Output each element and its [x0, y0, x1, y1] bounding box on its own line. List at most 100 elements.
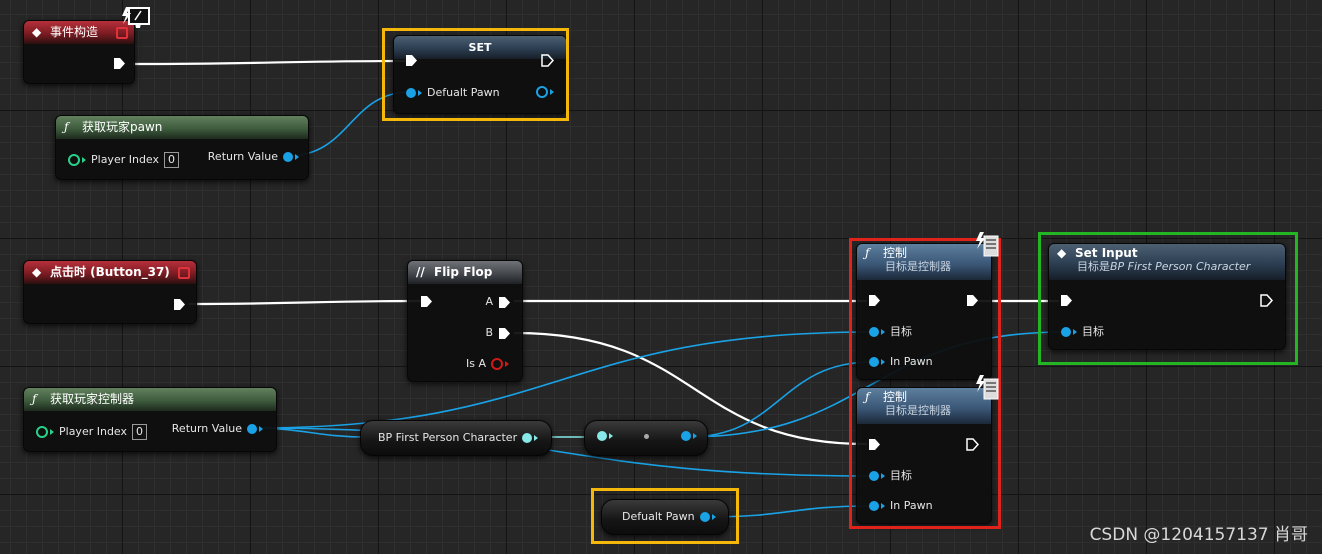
exec-arrow-icon [966, 438, 979, 451]
int-pin-icon [68, 154, 80, 166]
set-input-node[interactable]: ◆ Set Input 目标是BP First Person Character… [1048, 243, 1286, 350]
possess-2-in-pawn-pin[interactable]: In Pawn [869, 499, 933, 513]
get-player-controller-node[interactable]: ƒ 获取玩家控制器 Player Index 0 Return Value [23, 387, 277, 452]
pin-arrow-icon [609, 433, 613, 439]
player-index-label: Player Index [59, 425, 128, 438]
on-clicked-header[interactable]: ◆ 点击时 (Button_37) [24, 261, 196, 284]
possess-node-1[interactable]: ƒ 控制 目标是控制器 目标 In Pawn [856, 243, 992, 380]
reroute-output-pin[interactable] [681, 431, 697, 441]
player-index-input[interactable]: 0 [132, 424, 148, 440]
object-pin-icon[interactable] [699, 512, 710, 522]
flip-flop-exec-in-pin[interactable] [420, 295, 433, 308]
defualt-pawn-getter-node[interactable]: Defualt Pawn [601, 499, 729, 535]
defualt-pawn-label: Defualt Pawn [427, 86, 500, 99]
bp-first-person-character-node[interactable]: BP First Person Character [360, 420, 552, 456]
flipflop-icon: // [416, 265, 425, 279]
possess-1-exec-out-pin[interactable] [966, 294, 979, 307]
exec-arrow-icon [967, 295, 978, 306]
defualt-pawn-input-pin[interactable]: Defualt Pawn [406, 86, 500, 100]
exec-arrow-icon [869, 295, 880, 306]
pin-arrow-icon [550, 89, 554, 95]
possess-2-target-label: 目标 [890, 469, 912, 482]
object-pin-icon [1061, 327, 1071, 337]
object-pin-icon [869, 357, 879, 367]
possess-1-header[interactable]: ƒ 控制 目标是控制器 [857, 244, 991, 280]
possess-2-target-pin[interactable]: 目标 [869, 469, 912, 483]
pin-arrow-icon [881, 473, 885, 479]
delegate-pin[interactable] [178, 267, 190, 279]
flip-flop-header[interactable]: // Flip Flop [408, 261, 522, 284]
possess-1-target-label: 目标 [890, 325, 912, 338]
exec-arrow-icon [174, 299, 185, 310]
set-input-exec-out-pin[interactable] [1260, 294, 1273, 307]
player-index-input[interactable]: 0 [164, 152, 180, 168]
return-value-pin[interactable]: Return Value [172, 422, 263, 436]
pin-arrow-icon [1073, 329, 1077, 335]
pin-arrow-icon [881, 329, 885, 335]
flip-flop-b-pin[interactable]: B [485, 326, 511, 340]
possess-node-2[interactable]: ƒ 控制 目标是控制器 目标 In Pawn [856, 387, 992, 524]
possess-2-title: 控制 [883, 390, 908, 404]
obj-wire-controller-to-possess1-target [255, 331, 873, 429]
on-clicked-exec-out-pin[interactable] [173, 298, 186, 311]
get-player-pawn-title: 获取玩家pawn [82, 120, 163, 134]
exec-arrow-icon [499, 296, 510, 308]
exec-arrow-icon [114, 58, 125, 69]
pin-arrow-icon [881, 503, 885, 509]
pin-arrow-icon [881, 359, 885, 365]
event-construct-node[interactable]: ◆ 事件构造 [23, 20, 135, 84]
return-value-label: Return Value [171, 422, 242, 435]
possess-2-header[interactable]: ƒ 控制 目标是控制器 [857, 388, 991, 424]
pin-arrow-icon [259, 426, 263, 432]
flip-flop-node[interactable]: // Flip Flop A B Is A [407, 260, 523, 382]
set-variable-node[interactable]: SET Defualt Pawn [393, 35, 567, 114]
object-pin-icon [406, 88, 416, 98]
pin-arrow-icon [711, 514, 716, 520]
set-exec-in-pin[interactable] [405, 54, 418, 67]
possess-2-in-pawn-label: In Pawn [890, 499, 933, 512]
player-index-pin[interactable]: Player Index 0 [68, 152, 180, 168]
possess-2-exec-in-pin[interactable] [868, 438, 881, 451]
set-input-header[interactable]: ◆ Set Input 目标是BP First Person Character [1049, 244, 1285, 280]
server-only-icon [976, 232, 999, 257]
set-input-title: Set Input [1075, 246, 1138, 260]
flip-flop-is-a-pin[interactable]: Is A [466, 357, 509, 371]
obj-wire-cast-to-possess1-pawn [687, 361, 873, 438]
player-index-pin[interactable]: Player Index 0 [36, 424, 148, 440]
pin-arrow-icon [295, 154, 299, 160]
set-exec-out-pin[interactable] [541, 54, 554, 67]
exec-out-pin[interactable] [113, 57, 126, 70]
class-pin-icon[interactable] [522, 433, 533, 443]
possess-1-target-pin[interactable]: 目标 [869, 325, 912, 339]
set-input-target-pin[interactable]: 目标 [1061, 325, 1104, 339]
reroute-node[interactable] [584, 420, 708, 456]
on-clicked-node[interactable]: ◆ 点击时 (Button_37) [23, 260, 197, 324]
get-player-pawn-header[interactable]: ƒ 获取玩家pawn [56, 116, 308, 139]
event-construct-header[interactable]: ◆ 事件构造 [24, 21, 134, 44]
client-server-icon [122, 7, 150, 28]
flip-flop-title: Flip Flop [434, 265, 493, 279]
exec-arrow-icon [406, 55, 417, 66]
object-pin-icon [536, 86, 548, 98]
set-input-subtitle-prefix: 目标是 [1077, 260, 1110, 273]
defualt-pawn-output-pin[interactable] [536, 86, 554, 98]
possess-1-in-pawn-pin[interactable]: In Pawn [869, 355, 933, 369]
function-f-icon: ƒ [865, 246, 870, 260]
object-pin-icon [869, 327, 879, 337]
class-pin-icon [597, 431, 607, 441]
set-input-exec-in-pin[interactable] [1060, 294, 1073, 307]
possess-1-exec-in-pin[interactable] [868, 294, 881, 307]
possess-2-exec-out-pin[interactable] [966, 438, 979, 451]
set-input-subtitle: 目标是BP First Person Character [1075, 260, 1285, 274]
bp-first-person-character-label: BP First Person Character [378, 431, 518, 444]
get-player-controller-header[interactable]: ƒ 获取玩家控制器 [24, 388, 276, 411]
exec-wire-click-to-flipflop [188, 299, 422, 306]
player-index-label: Player Index [91, 153, 160, 166]
get-player-pawn-node[interactable]: ƒ 获取玩家pawn Player Index 0 Return Value [55, 115, 309, 180]
function-f-icon: ƒ [32, 392, 37, 406]
bool-pin-icon [491, 358, 503, 370]
reroute-input-pin[interactable] [597, 431, 613, 441]
flip-flop-a-pin[interactable]: A [485, 295, 511, 309]
return-value-pin[interactable]: Return Value [208, 150, 299, 164]
obj-wire-controller-to-possess2-target [255, 427, 873, 477]
